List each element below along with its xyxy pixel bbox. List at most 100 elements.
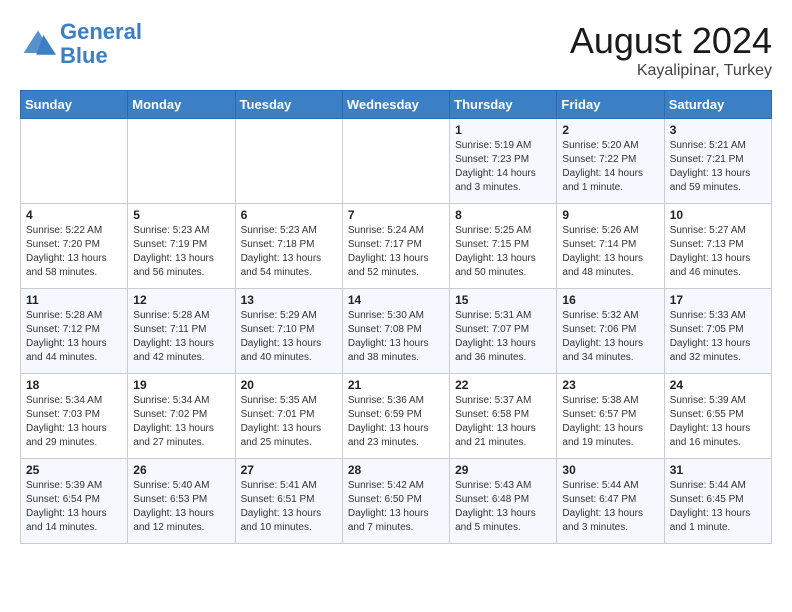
calendar-cell: 9Sunrise: 5:26 AMSunset: 7:14 PMDaylight… [557,204,664,289]
day-info: Sunrise: 5:44 AMSunset: 6:45 PMDaylight:… [670,479,766,535]
week-row-1: 1 Sunrise: 5:19 AMSunset: 7:23 PMDaylight… [21,119,772,204]
calendar-cell [342,119,449,204]
day-number: 3 [670,123,766,137]
day-info: Sunrise: 5:23 AMSunset: 7:18 PMDaylight:… [241,224,337,280]
day-number: 10 [670,208,766,222]
day-info: Sunrise: 5:25 AMSunset: 7:15 PMDaylight:… [455,224,551,280]
day-info: Sunrise: 5:32 AMSunset: 7:06 PMDaylight:… [562,309,658,365]
logo: General Blue [20,20,142,68]
day-number: 12 [133,293,229,307]
day-number: 2 [562,123,658,137]
day-number: 18 [26,378,122,392]
day-number: 28 [348,463,444,477]
day-number: 16 [562,293,658,307]
week-row-4: 18 Sunrise: 5:34 AMSunset: 7:03 PMDayligh… [21,374,772,459]
day-number: 21 [348,378,444,392]
day-info: Sunrise: 5:41 AMSunset: 6:51 PMDaylight:… [241,479,337,535]
calendar-cell: 7 Sunrise: 5:24 AMSunset: 7:17 PMDaylight… [342,204,449,289]
day-info: Sunrise: 5:19 AMSunset: 7:23 PMDaylight:… [455,139,551,195]
day-header-friday: Friday [557,91,664,119]
calendar-cell: 5 Sunrise: 5:23 AMSunset: 7:19 PMDaylight… [128,204,235,289]
calendar-cell: 16 Sunrise: 5:32 AMSunset: 7:06 PMDayligh… [557,289,664,374]
day-info: Sunrise: 5:23 AMSunset: 7:19 PMDaylight:… [133,224,229,280]
day-info: Sunrise: 5:26 AMSunset: 7:14 PMDaylight:… [562,224,658,280]
day-info: Sunrise: 5:24 AMSunset: 7:17 PMDaylight:… [348,224,444,280]
calendar-cell: 1 Sunrise: 5:19 AMSunset: 7:23 PMDaylight… [450,119,557,204]
day-info: Sunrise: 5:39 AMSunset: 6:54 PMDaylight:… [26,479,122,535]
day-number: 13 [241,293,337,307]
calendar-cell: 2Sunrise: 5:20 AMSunset: 7:22 PMDaylight… [557,119,664,204]
day-number: 7 [348,208,444,222]
day-header-saturday: Saturday [664,91,771,119]
week-row-5: 25 Sunrise: 5:39 AMSunset: 6:54 PMDayligh… [21,459,772,544]
day-info: Sunrise: 5:36 AMSunset: 6:59 PMDaylight:… [348,394,444,450]
day-header-monday: Monday [128,91,235,119]
day-header-sunday: Sunday [21,91,128,119]
day-number: 19 [133,378,229,392]
day-info: Sunrise: 5:30 AMSunset: 7:08 PMDaylight:… [348,309,444,365]
calendar-table: SundayMondayTuesdayWednesdayThursdayFrid… [20,90,772,544]
location: Kayalipinar, Turkey [570,62,772,80]
day-info: Sunrise: 5:21 AMSunset: 7:21 PMDaylight:… [670,139,766,195]
day-number: 31 [670,463,766,477]
calendar-cell: 27 Sunrise: 5:41 AMSunset: 6:51 PMDayligh… [235,459,342,544]
day-info: Sunrise: 5:44 AMSunset: 6:47 PMDaylight:… [562,479,658,535]
day-header-thursday: Thursday [450,91,557,119]
day-number: 17 [670,293,766,307]
day-info: Sunrise: 5:40 AMSunset: 6:53 PMDaylight:… [133,479,229,535]
day-header-tuesday: Tuesday [235,91,342,119]
day-number: 24 [670,378,766,392]
day-info: Sunrise: 5:28 AMSunset: 7:11 PMDaylight:… [133,309,229,365]
calendar-cell: 19 Sunrise: 5:34 AMSunset: 7:02 PMDayligh… [128,374,235,459]
logo-line2: Blue [60,43,108,68]
calendar-cell: 3 Sunrise: 5:21 AMSunset: 7:21 PMDaylight… [664,119,771,204]
day-info: Sunrise: 5:33 AMSunset: 7:05 PMDaylight:… [670,309,766,365]
day-number: 30 [562,463,658,477]
calendar-cell: 11 Sunrise: 5:28 AMSunset: 7:12 PMDayligh… [21,289,128,374]
calendar-cell: 10 Sunrise: 5:27 AMSunset: 7:13 PMDayligh… [664,204,771,289]
day-header-wednesday: Wednesday [342,91,449,119]
calendar-cell: 18 Sunrise: 5:34 AMSunset: 7:03 PMDayligh… [21,374,128,459]
calendar-cell: 21 Sunrise: 5:36 AMSunset: 6:59 PMDayligh… [342,374,449,459]
day-info: Sunrise: 5:27 AMSunset: 7:13 PMDaylight:… [670,224,766,280]
calendar-cell: 15 Sunrise: 5:31 AMSunset: 7:07 PMDayligh… [450,289,557,374]
calendar-cell: 29 Sunrise: 5:43 AMSunset: 6:48 PMDayligh… [450,459,557,544]
day-number: 25 [26,463,122,477]
day-number: 20 [241,378,337,392]
day-info: Sunrise: 5:42 AMSunset: 6:50 PMDaylight:… [348,479,444,535]
day-number: 29 [455,463,551,477]
day-info: Sunrise: 5:28 AMSunset: 7:12 PMDaylight:… [26,309,122,365]
calendar-cell: 31 Sunrise: 5:44 AMSunset: 6:45 PMDayligh… [664,459,771,544]
day-number: 27 [241,463,337,477]
calendar-cell: 8Sunrise: 5:25 AMSunset: 7:15 PMDaylight… [450,204,557,289]
day-number: 11 [26,293,122,307]
calendar-cell: 23Sunrise: 5:38 AMSunset: 6:57 PMDayligh… [557,374,664,459]
title-block: August 2024 Kayalipinar, Turkey [570,20,772,80]
day-info: Sunrise: 5:34 AMSunset: 7:02 PMDaylight:… [133,394,229,450]
logo-icon [20,26,56,62]
day-number: 4 [26,208,122,222]
calendar-cell: 28 Sunrise: 5:42 AMSunset: 6:50 PMDayligh… [342,459,449,544]
day-number: 15 [455,293,551,307]
month-year: August 2024 [570,20,772,62]
calendar-cell: 25 Sunrise: 5:39 AMSunset: 6:54 PMDayligh… [21,459,128,544]
day-info: Sunrise: 5:34 AMSunset: 7:03 PMDaylight:… [26,394,122,450]
calendar-cell: 4 Sunrise: 5:22 AMSunset: 7:20 PMDaylight… [21,204,128,289]
calendar-cell [128,119,235,204]
day-info: Sunrise: 5:38 AMSunset: 6:57 PMDaylight:… [562,394,658,450]
day-info: Sunrise: 5:22 AMSunset: 7:20 PMDaylight:… [26,224,122,280]
calendar-cell: 13Sunrise: 5:29 AMSunset: 7:10 PMDayligh… [235,289,342,374]
calendar-cell: 30 Sunrise: 5:44 AMSunset: 6:47 PMDayligh… [557,459,664,544]
day-info: Sunrise: 5:31 AMSunset: 7:07 PMDaylight:… [455,309,551,365]
calendar-cell: 17 Sunrise: 5:33 AMSunset: 7:05 PMDayligh… [664,289,771,374]
day-info: Sunrise: 5:37 AMSunset: 6:58 PMDaylight:… [455,394,551,450]
header-row: SundayMondayTuesdayWednesdayThursdayFrid… [21,91,772,119]
day-info: Sunrise: 5:43 AMSunset: 6:48 PMDaylight:… [455,479,551,535]
day-number: 6 [241,208,337,222]
week-row-2: 4 Sunrise: 5:22 AMSunset: 7:20 PMDaylight… [21,204,772,289]
calendar-cell [21,119,128,204]
week-row-3: 11 Sunrise: 5:28 AMSunset: 7:12 PMDayligh… [21,289,772,374]
day-number: 14 [348,293,444,307]
day-number: 5 [133,208,229,222]
day-number: 1 [455,123,551,137]
